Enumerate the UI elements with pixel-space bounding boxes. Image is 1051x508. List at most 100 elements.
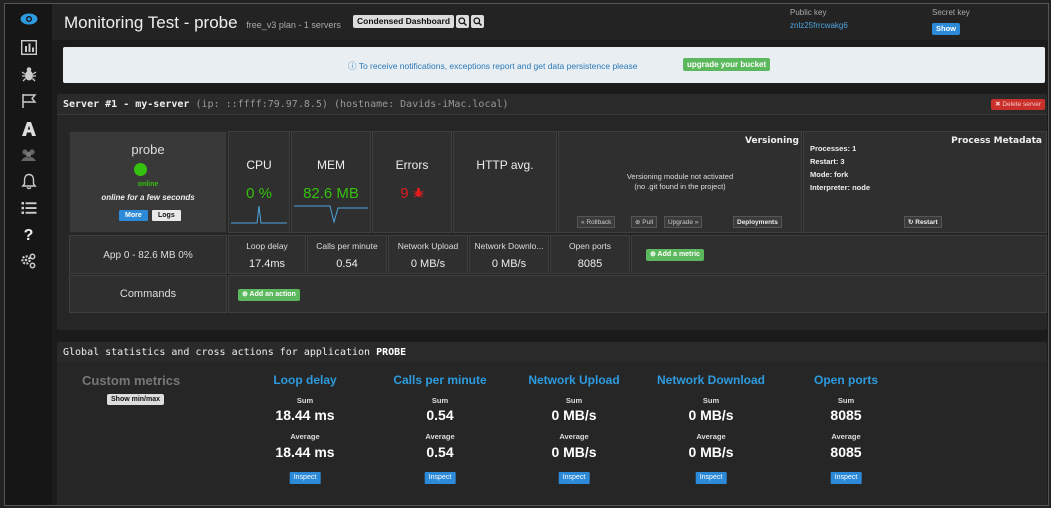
- metric-label: Loop delay: [246, 241, 288, 251]
- sum-label: Sum: [565, 396, 583, 405]
- average-value: 0 MB/s: [688, 444, 734, 460]
- notification-banner: ⓘ To receive notifications, exceptions r…: [63, 47, 1045, 83]
- restart-count: Restart: 3: [810, 157, 845, 166]
- average-label: Average: [559, 432, 589, 441]
- commands-label-cell: Commands: [69, 275, 227, 313]
- add-metric-cell: ⊕ Add a metric: [631, 235, 1047, 274]
- bucket-title: Monitoring Test - probe: [64, 13, 238, 32]
- metric-value: 17.4ms: [248, 258, 286, 270]
- sum-label: Sum: [296, 396, 314, 405]
- sum-value: 0 MB/s: [551, 407, 597, 423]
- metric-value: 0.54: [336, 258, 358, 270]
- sum-value: 0.54: [426, 407, 454, 423]
- metric-value: 0 MB/s: [410, 258, 446, 270]
- errors-value: 9: [400, 185, 409, 202]
- column-title: Calls per minute: [393, 373, 487, 387]
- inspect-button[interactable]: Inspect: [289, 472, 321, 484]
- inspect-button[interactable]: Inspect: [424, 472, 456, 484]
- status-text: online: [137, 181, 159, 188]
- global-stats-prefix: Global statistics and cross actions for …: [63, 347, 371, 358]
- show-min-max-button[interactable]: Show min/max: [107, 394, 165, 405]
- search-plus-icon: [458, 17, 467, 26]
- versioning-panel: Versioning Versioning module not activat…: [558, 131, 802, 233]
- show-secret-key-button[interactable]: Show: [932, 23, 960, 35]
- app-label: App 0 - 82.6 MB 0%: [103, 250, 193, 261]
- versioning-line2: (no .git found in the project): [634, 182, 726, 191]
- processes-count: Processes: 1: [810, 144, 857, 153]
- stats-column-calls-per-minute: Calls per minute Sum 0.54 Average 0.54 I…: [375, 362, 505, 505]
- users-icon[interactable]: [5, 142, 52, 168]
- eye-icon[interactable]: [5, 6, 52, 32]
- logs-button[interactable]: Logs: [152, 210, 181, 221]
- average-value: 18.44 ms: [275, 444, 335, 460]
- add-metric-button[interactable]: ⊕ Add a metric: [646, 249, 704, 261]
- open-ports-cell: Open ports 8085: [550, 235, 630, 274]
- delete-server-button[interactable]: ✖ Delete server: [991, 99, 1045, 110]
- notification-text: ⓘ To receive notifications, exceptions r…: [348, 61, 638, 71]
- network-download-cell: Network Downlo... 0 MB/s: [469, 235, 549, 274]
- column-title: Network Download: [656, 373, 765, 387]
- more-button[interactable]: More: [119, 210, 148, 221]
- errors-value-row: 9: [373, 185, 451, 202]
- zoom-out-button[interactable]: [471, 15, 484, 28]
- upgrade-button[interactable]: Upgrade »: [664, 216, 703, 228]
- cpu-label: CPU: [246, 158, 272, 172]
- stats-column-loop-delay: Loop delay Sum 18.44 ms Average 18.44 ms…: [240, 362, 370, 505]
- search-minus-icon: [473, 17, 482, 26]
- global-stats-panel: Custom metrics Show min/max Loop delay S…: [57, 362, 1047, 505]
- restart-button[interactable]: ↻ Restart: [904, 216, 942, 228]
- server-title: Server #1 - my-server (ip: ::ffff:79.97.…: [63, 99, 509, 110]
- bar-chart-icon[interactable]: [5, 34, 52, 60]
- sum-label: Sum: [702, 396, 720, 405]
- public-key-value[interactable]: znlz25frrcwakg6: [790, 21, 848, 30]
- sum-value: 8085: [830, 407, 862, 423]
- average-value: 8085: [830, 444, 862, 460]
- top-header: Monitoring Test - probe free_v3 plan - 1…: [52, 4, 1048, 40]
- inspect-button[interactable]: Inspect: [558, 472, 590, 484]
- inspect-button[interactable]: Inspect: [830, 472, 862, 484]
- global-stats-title: Global statistics and cross actions for …: [63, 347, 406, 358]
- versioning-message: Versioning module not activated (no .git…: [559, 172, 801, 192]
- bell-icon[interactable]: [5, 168, 52, 194]
- public-key-label: Public key: [790, 8, 827, 17]
- bug-icon[interactable]: [5, 61, 52, 87]
- rollback-button[interactable]: « Rollback: [577, 216, 616, 228]
- add-action-button[interactable]: ⊕ Add an action: [238, 289, 300, 301]
- condensed-dashboard-button[interactable]: Condensed Dashboard: [353, 15, 455, 28]
- plan-info: free_v3 plan - 1 servers: [246, 20, 341, 30]
- stats-column-network-upload: Network Upload Sum 0 MB/s Average 0 MB/s…: [509, 362, 639, 505]
- errors-label: Errors: [395, 158, 429, 172]
- flag-icon[interactable]: [5, 88, 52, 114]
- commands-cell: ⊕ Add an action: [228, 275, 1047, 313]
- http-metric: HTTP avg.: [453, 131, 557, 233]
- pull-button[interactable]: ⊕ Pull: [631, 216, 658, 228]
- average-value: 0.54: [426, 444, 454, 460]
- uptime-text: online for a few seconds: [101, 193, 195, 202]
- sum-label: Sum: [431, 396, 449, 405]
- font-icon[interactable]: [5, 115, 52, 141]
- memory-sparkline: [294, 205, 368, 224]
- cogs-icon[interactable]: [5, 248, 52, 274]
- errors-metric[interactable]: Errors 9: [372, 131, 452, 233]
- list-icon[interactable]: [5, 195, 52, 221]
- sum-value: 18.44 ms: [275, 407, 335, 423]
- memory-label: MEM: [317, 158, 345, 172]
- loop-delay-cell: Loop delay 17.4ms: [228, 235, 306, 274]
- exec-mode: Mode: fork: [810, 170, 849, 179]
- deployments-button[interactable]: Deployments: [733, 216, 782, 228]
- http-label: HTTP avg.: [476, 158, 534, 172]
- versioning-line1: Versioning module not activated: [626, 172, 734, 181]
- process-name: probe: [131, 142, 165, 157]
- bug-icon: [413, 187, 424, 198]
- average-label: Average: [290, 432, 320, 441]
- metric-label: Network Upload: [397, 241, 459, 251]
- app-name: PROBE: [376, 347, 407, 358]
- calls-per-minute-cell: Calls per minute 0.54: [307, 235, 387, 274]
- question-icon[interactable]: ?: [5, 223, 52, 249]
- metric-label: Calls per minute: [316, 241, 378, 251]
- upgrade-bucket-button[interactable]: upgrade your bucket: [683, 58, 771, 71]
- metric-label: Open ports: [568, 241, 612, 251]
- secret-key-label: Secret key: [932, 8, 970, 17]
- inspect-button[interactable]: Inspect: [695, 472, 727, 484]
- zoom-in-button[interactable]: [456, 15, 469, 28]
